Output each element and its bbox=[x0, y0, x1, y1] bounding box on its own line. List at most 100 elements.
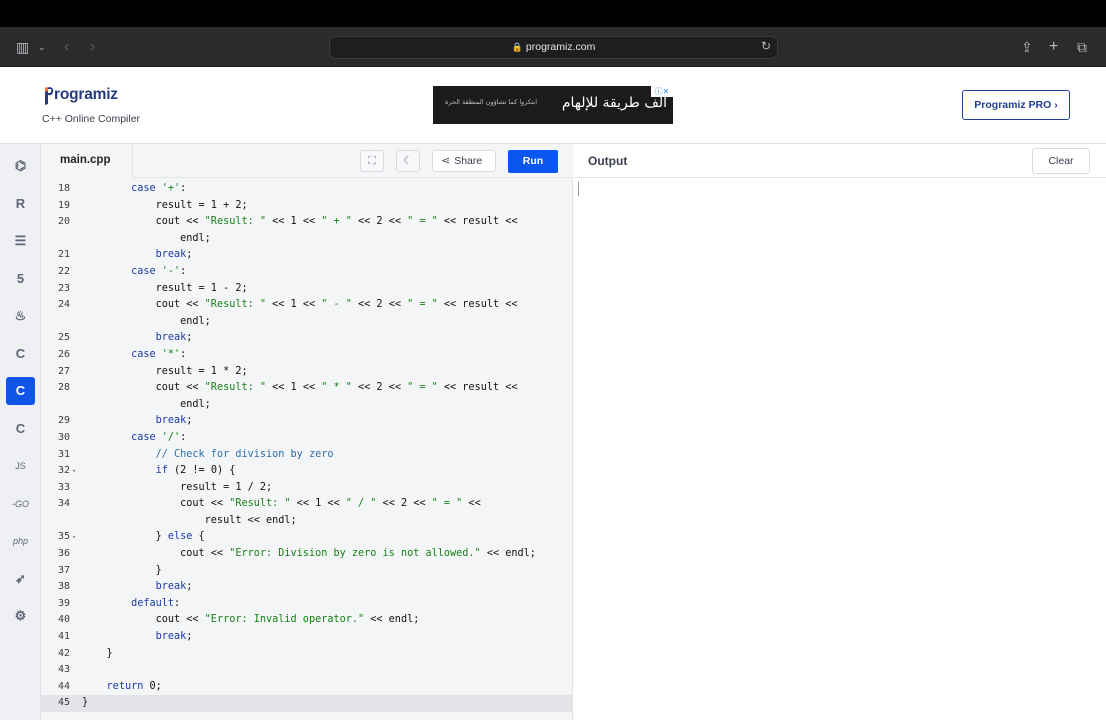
code-line[interactable]: 27 result = 1 * 2; bbox=[41, 364, 573, 381]
cpp-icon[interactable]: C bbox=[6, 377, 35, 405]
code-area[interactable]: 18 case '+': 19 result = 1 + 2; 20 cout <<… bbox=[41, 181, 573, 712]
html-icon[interactable]: 5 bbox=[6, 265, 35, 293]
line-number: 43 bbox=[57, 664, 70, 676]
forward-icon[interactable]: › bbox=[90, 37, 95, 57]
code-text: break; bbox=[155, 249, 193, 261]
code-line[interactable]: 44 return 0; bbox=[41, 679, 573, 696]
ad-small-text: ابتكروا كما تشاؤون المنطقة الحرة bbox=[445, 98, 538, 106]
code-line[interactable]: 22 case '-': bbox=[41, 264, 573, 281]
code-text: result = 1 * 2; bbox=[82, 365, 248, 377]
share-nodes-icon: ⋖ bbox=[441, 155, 451, 167]
rust-icon[interactable]: ⚙ bbox=[6, 602, 35, 630]
code-line[interactable]: 39 default: bbox=[41, 596, 573, 613]
code-line[interactable]: 32 ▾ if (2 != 0) { bbox=[41, 463, 573, 480]
code-line[interactable]: 25 break; bbox=[41, 330, 573, 347]
ad-close-icon[interactable]: ⓘ✕ bbox=[651, 86, 673, 97]
go-icon[interactable]: -GO bbox=[6, 490, 35, 518]
code-line[interactable]: 31 // Check for division by zero bbox=[41, 447, 573, 464]
output-caret[interactable] bbox=[578, 182, 579, 196]
run-button[interactable]: Run bbox=[508, 150, 558, 173]
code-line[interactable]: 34 cout << "Result: " << 1 << " / " << 2… bbox=[41, 496, 573, 513]
code-line[interactable]: 28 cout << "Result: " << 1 << " * " << 2… bbox=[41, 380, 573, 397]
code-line[interactable]: 45} bbox=[41, 695, 573, 712]
tabs-overview-icon[interactable]: ⧉ bbox=[1077, 37, 1087, 57]
code-line[interactable]: 36 cout << "Error: Division by zero is n… bbox=[41, 546, 573, 563]
code-line[interactable]: 26 case '*': bbox=[41, 347, 573, 364]
code-line[interactable]: endl; bbox=[41, 314, 573, 331]
line-number: 37 bbox=[57, 564, 70, 576]
lock-icon: 🔒 bbox=[511, 42, 523, 52]
code-text: case '-': bbox=[131, 265, 187, 277]
r-icon[interactable]: R bbox=[6, 190, 35, 218]
code-editor-panel: main.cpp ⛶ ☾ ⋖ Share Run 18 case '+': 19 r… bbox=[41, 144, 573, 720]
code-text: cout << "Error: Invalid operator." << en… bbox=[82, 614, 420, 626]
address-bar[interactable]: 🔒 programiz.com ↻ bbox=[329, 36, 778, 59]
site-header: rogramiz C++ Online Compiler ابتكروا كما… bbox=[0, 67, 1106, 144]
fold-arrow-icon[interactable]: ▾ bbox=[72, 463, 76, 480]
fold-arrow-icon[interactable]: ▾ bbox=[72, 529, 76, 546]
new-tab-icon[interactable]: + bbox=[1049, 37, 1058, 57]
code-line[interactable]: 30 case '/': bbox=[41, 430, 573, 447]
code-line[interactable]: 24 cout << "Result: " << 1 << " - " << 2… bbox=[41, 297, 573, 314]
code-line[interactable]: 23 result = 1 - 2; bbox=[41, 281, 573, 298]
code-line[interactable]: 42 } bbox=[41, 646, 573, 663]
output-title: Output bbox=[588, 154, 628, 168]
line-number: 36 bbox=[57, 548, 70, 560]
line-number: 31 bbox=[57, 448, 70, 460]
code-text: cout << "Result: " << 1 << " / " << 2 <<… bbox=[82, 498, 481, 510]
line-number: 42 bbox=[57, 647, 70, 659]
editor-toolbar: main.cpp ⛶ ☾ ⋖ Share Run bbox=[41, 144, 573, 178]
line-number: 45 bbox=[57, 697, 70, 709]
python-icon[interactable]: ⌬ bbox=[6, 152, 35, 180]
code-line[interactable]: 29 break; bbox=[41, 413, 573, 430]
clear-button[interactable]: Clear bbox=[1032, 148, 1090, 174]
csharp-icon[interactable]: C bbox=[6, 415, 35, 443]
code-text: } bbox=[82, 647, 113, 659]
code-text: result = 1 / 2; bbox=[82, 481, 273, 493]
reload-icon[interactable]: ↻ bbox=[761, 39, 771, 53]
output-header: Output Clear bbox=[574, 144, 1106, 178]
line-number: 33 bbox=[57, 481, 70, 493]
code-line[interactable]: 37 } bbox=[41, 563, 573, 580]
dark-mode-icon[interactable]: ☾ bbox=[396, 150, 420, 172]
code-line[interactable]: 18 case '+': bbox=[41, 181, 573, 198]
programiz-logo[interactable]: rogramiz bbox=[44, 86, 118, 106]
code-line[interactable]: 38 break; bbox=[41, 579, 573, 596]
chevron-down-icon[interactable]: ⌄ bbox=[38, 37, 46, 57]
sql-icon[interactable]: ☰ bbox=[6, 227, 35, 255]
fullscreen-icon[interactable]: ⛶ bbox=[360, 150, 384, 172]
logo-mark-icon bbox=[44, 86, 54, 106]
code-text: if (2 != 0) { bbox=[155, 465, 236, 477]
line-number: 32 bbox=[57, 465, 70, 477]
line-number: 22 bbox=[57, 265, 70, 277]
code-line[interactable]: 21 break; bbox=[41, 247, 573, 264]
code-line[interactable]: 35 ▾ } else { bbox=[41, 529, 573, 546]
share-button[interactable]: ⋖ Share bbox=[432, 150, 496, 172]
code-line[interactable]: 41 break; bbox=[41, 629, 573, 646]
code-line[interactable]: 33 result = 1 / 2; bbox=[41, 480, 573, 497]
advertisement-banner[interactable]: ابتكروا كما تشاؤون المنطقة الحرة الف طري… bbox=[433, 86, 673, 124]
share-icon[interactable]: ⇪ bbox=[1021, 37, 1033, 57]
php-icon[interactable]: php bbox=[6, 527, 35, 555]
code-line[interactable]: 40 cout << "Error: Invalid operator." <<… bbox=[41, 612, 573, 629]
swift-icon[interactable]: ➶ bbox=[6, 565, 35, 593]
js-icon[interactable]: JS bbox=[6, 452, 35, 480]
code-line[interactable]: 20 cout << "Result: " << 1 << " + " << 2… bbox=[41, 214, 573, 231]
code-line[interactable]: endl; bbox=[41, 231, 573, 248]
compiler-subtitle: C++ Online Compiler bbox=[42, 113, 141, 125]
programiz-pro-button[interactable]: Programiz PRO › bbox=[962, 90, 1070, 120]
code-line[interactable]: 19 result = 1 + 2; bbox=[41, 198, 573, 215]
line-number: 21 bbox=[57, 249, 70, 261]
code-text: result = 1 + 2; bbox=[82, 199, 248, 211]
file-tab-main-cpp[interactable]: main.cpp bbox=[41, 144, 133, 178]
code-line[interactable]: endl; bbox=[41, 397, 573, 414]
back-icon[interactable]: ‹ bbox=[64, 37, 69, 57]
java-icon[interactable]: ♨ bbox=[6, 302, 35, 330]
code-line[interactable]: 43 bbox=[41, 662, 573, 679]
c-icon[interactable]: C bbox=[6, 340, 35, 368]
code-text: break; bbox=[155, 631, 193, 643]
sidebar-toggle-icon[interactable]: ▥ bbox=[16, 37, 29, 57]
language-sidebar: ⌬ R ☰ 5 ♨ C C C JS -GO php ➶ ⚙ bbox=[0, 144, 41, 720]
code-text: result << endl; bbox=[82, 514, 297, 526]
code-line[interactable]: result << endl; bbox=[41, 513, 573, 530]
